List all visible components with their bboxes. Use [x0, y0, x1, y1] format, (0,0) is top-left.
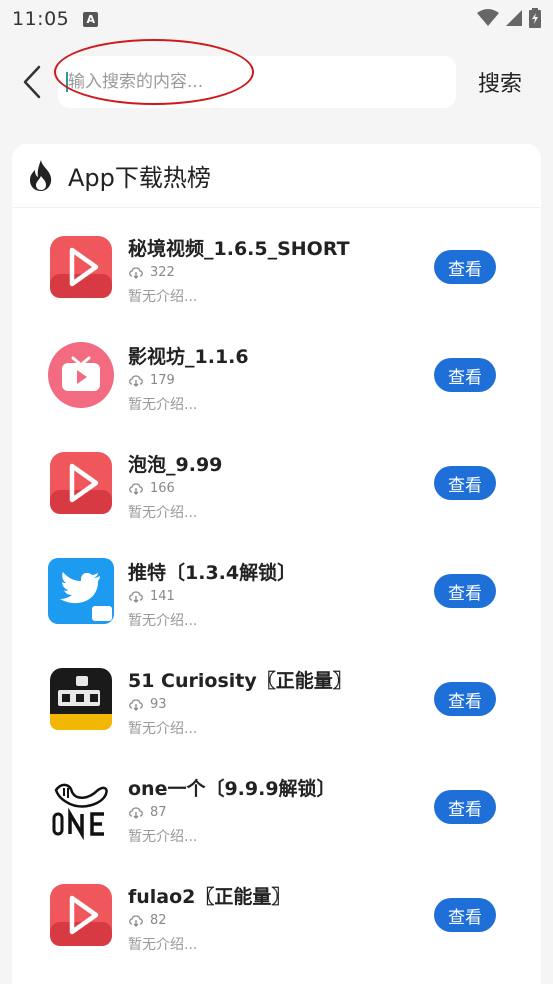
view-button[interactable]: 查看 [434, 358, 496, 392]
download-stat: 166 [128, 481, 175, 496]
download-stat: 322 [128, 265, 175, 280]
status-time: 11:05 [12, 8, 70, 30]
app-list-item[interactable]: 泡泡_9.99 166 暂无介绍... 查看 [12, 424, 541, 532]
app-description: 暂无介绍... [128, 289, 198, 305]
play-icon-red [50, 452, 112, 514]
cloud-download-icon [129, 375, 143, 387]
app-name: 秘境视频_1.6.5_SHORT [128, 238, 350, 260]
download-count: 141 [150, 589, 175, 604]
play-icon-red [50, 236, 112, 298]
back-arrow-icon [23, 65, 41, 99]
download-count: 93 [150, 697, 167, 712]
app-list-item[interactable]: 51 Curiosity〖正能量〗 93 暂无介绍... 查看 [12, 640, 541, 748]
card-header: App下载热榜 [12, 144, 541, 208]
download-count: 87 [150, 805, 167, 820]
app-description: 暂无介绍... [128, 613, 198, 629]
tv-icon-pink [48, 342, 114, 408]
download-stat: 82 [128, 913, 167, 928]
app-description: 暂无介绍... [128, 721, 198, 737]
app-list-item[interactable]: 秘境视频_1.6.5_SHORT 322 暂无介绍... 查看 [12, 208, 541, 316]
download-count: 179 [150, 373, 175, 388]
app-description: 暂无介绍... [128, 397, 198, 413]
download-stat: 179 [128, 373, 175, 388]
app-name: 推特〔1.3.4解锁〕 [128, 562, 297, 584]
view-button[interactable]: 查看 [434, 574, 496, 608]
status-bar: 11:05 A [0, 0, 553, 38]
download-count: 322 [150, 265, 175, 280]
view-button[interactable]: 查看 [434, 466, 496, 500]
status-indicators [477, 8, 541, 28]
search-box[interactable] [58, 56, 456, 108]
app-list-item[interactable]: one一个〔9.9.9解锁〕 87 暂无介绍... 查看 [12, 748, 541, 856]
cloud-download-icon [129, 267, 143, 279]
one-logo-icon [48, 774, 114, 840]
cloud-download-icon [129, 807, 143, 819]
app-description: 暂无介绍... [128, 505, 198, 521]
signal-icon [506, 10, 522, 26]
view-button[interactable]: 查看 [434, 790, 496, 824]
search-input[interactable] [68, 56, 448, 108]
play-icon-red [50, 884, 112, 946]
download-stat: 93 [128, 697, 167, 712]
back-button[interactable] [14, 62, 50, 102]
download-stat: 87 [128, 805, 167, 820]
app-list-item[interactable]: 推特〔1.3.4解锁〕 141 暂无介绍... 查看 [12, 532, 541, 640]
view-button[interactable]: 查看 [434, 898, 496, 932]
cloud-download-icon [129, 699, 143, 711]
battery-icon [529, 8, 541, 28]
search-bar: 搜索 [0, 54, 553, 110]
view-button[interactable]: 查看 [434, 250, 496, 284]
curiosity-51-icon [50, 668, 112, 730]
wifi-icon [477, 9, 499, 26]
cloud-download-icon [129, 915, 143, 927]
fire-icon [30, 159, 52, 191]
app-name: fulao2〖正能量〗 [128, 886, 291, 908]
cloud-download-icon [129, 591, 143, 603]
notification-icon: A [83, 11, 99, 27]
hot-list-card: App下载热榜 秘境视频_1.6.5_SHORT 322 暂无介绍... 查看 … [12, 144, 541, 984]
search-button[interactable]: 搜索 [478, 66, 522, 98]
view-button[interactable]: 查看 [434, 682, 496, 716]
download-count: 166 [150, 481, 175, 496]
app-name: 51 Curiosity〖正能量〗 [128, 670, 352, 692]
app-description: 暂无介绍... [128, 937, 198, 953]
app-description: 暂无介绍... [128, 829, 198, 845]
app-name: one一个〔9.9.9解锁〕 [128, 778, 336, 800]
app-name: 影视坊_1.1.6 [128, 346, 249, 368]
app-list-item[interactable]: 影视坊_1.1.6 179 暂无介绍... 查看 [12, 316, 541, 424]
card-title: App下载热榜 [68, 164, 211, 192]
cloud-download-icon [129, 483, 143, 495]
app-name: 泡泡_9.99 [128, 454, 223, 476]
download-stat: 141 [128, 589, 175, 604]
download-count: 82 [150, 913, 167, 928]
app-list-item[interactable]: fulao2〖正能量〗 82 暂无介绍... 查看 [12, 856, 541, 964]
twitter-bird-icon [48, 558, 114, 624]
